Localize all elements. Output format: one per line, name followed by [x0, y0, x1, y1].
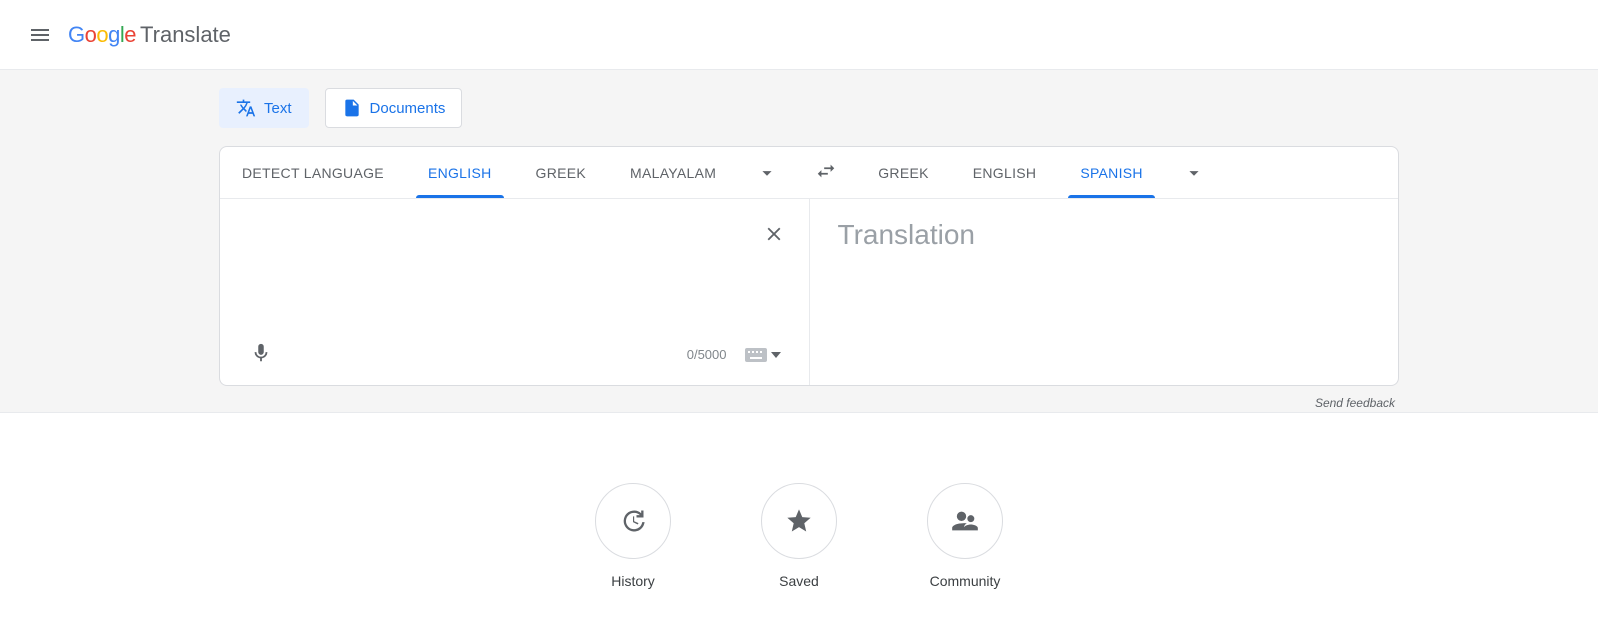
io-row: 0/5000 Translation — [220, 199, 1398, 385]
app-logo[interactable]: Google Translate — [68, 22, 231, 48]
input-pane: 0/5000 — [220, 199, 810, 385]
target-lang-more-button[interactable] — [1165, 147, 1223, 198]
source-text-input[interactable] — [248, 219, 781, 319]
source-lang-more-button[interactable] — [738, 147, 796, 198]
community-circle — [927, 483, 1003, 559]
source-lang-tabs: DETECT LANGUAGE ENGLISH GREEK MALAYALAM — [220, 147, 796, 198]
output-placeholder: Translation — [838, 219, 1371, 251]
chevron-down-icon — [1183, 162, 1205, 184]
mode-selector: Text Documents — [219, 70, 1399, 146]
dropdown-caret-icon — [771, 352, 781, 358]
saved-circle — [761, 483, 837, 559]
input-method-button[interactable] — [741, 344, 785, 366]
target-lang-english[interactable]: ENGLISH — [951, 147, 1059, 198]
target-lang-tabs: GREEK ENGLISH SPANISH — [856, 147, 1398, 198]
source-lang-english[interactable]: ENGLISH — [406, 147, 514, 198]
translate-card: DETECT LANGUAGE ENGLISH GREEK MALAYALAM … — [219, 146, 1399, 386]
saved-action[interactable]: Saved — [761, 483, 837, 589]
app-header: Google Translate — [0, 0, 1598, 70]
mode-text-button[interactable]: Text — [219, 88, 309, 128]
community-action[interactable]: Community — [927, 483, 1003, 589]
char-count: 0/5000 — [687, 347, 727, 362]
feedback-row: Send feedback — [219, 386, 1399, 412]
voice-input-button[interactable] — [244, 336, 278, 373]
chevron-down-icon — [756, 162, 778, 184]
mode-documents-button[interactable]: Documents — [325, 88, 463, 128]
hamburger-icon — [28, 23, 52, 47]
target-lang-greek[interactable]: GREEK — [856, 147, 951, 198]
swap-wrap — [796, 147, 856, 198]
top-band: Text Documents DETECT LANGUAGE ENGLISH G… — [0, 70, 1598, 413]
history-action[interactable]: History — [595, 483, 671, 589]
star-icon — [785, 507, 813, 535]
translate-icon — [236, 98, 256, 118]
keyboard-icon — [745, 348, 767, 362]
target-lang-spanish[interactable]: SPANISH — [1058, 147, 1165, 198]
output-pane: Translation — [810, 199, 1399, 385]
product-name: Translate — [140, 22, 231, 48]
send-feedback-link[interactable]: Send feedback — [1315, 396, 1395, 410]
saved-label: Saved — [779, 573, 819, 589]
swap-languages-button[interactable] — [807, 152, 845, 193]
source-lang-greek[interactable]: GREEK — [514, 147, 609, 198]
bottom-actions: History Saved Community — [0, 483, 1598, 619]
close-icon — [763, 223, 785, 245]
history-icon — [619, 507, 647, 535]
mode-documents-label: Documents — [370, 100, 446, 117]
history-label: History — [611, 573, 655, 589]
community-label: Community — [930, 573, 1001, 589]
document-icon — [342, 98, 362, 118]
input-right-tools: 0/5000 — [687, 344, 785, 366]
history-circle — [595, 483, 671, 559]
clear-input-button[interactable] — [757, 217, 791, 254]
main-menu-button[interactable] — [16, 11, 64, 59]
community-icon — [951, 507, 979, 535]
source-lang-malayalam[interactable]: MALAYALAM — [608, 147, 738, 198]
mode-text-label: Text — [264, 100, 292, 117]
language-row: DETECT LANGUAGE ENGLISH GREEK MALAYALAM … — [220, 147, 1398, 199]
input-toolbar: 0/5000 — [244, 336, 785, 373]
source-lang-detect[interactable]: DETECT LANGUAGE — [220, 147, 406, 198]
microphone-icon — [250, 342, 272, 364]
swap-icon — [815, 160, 837, 182]
google-wordmark: Google — [68, 22, 136, 48]
